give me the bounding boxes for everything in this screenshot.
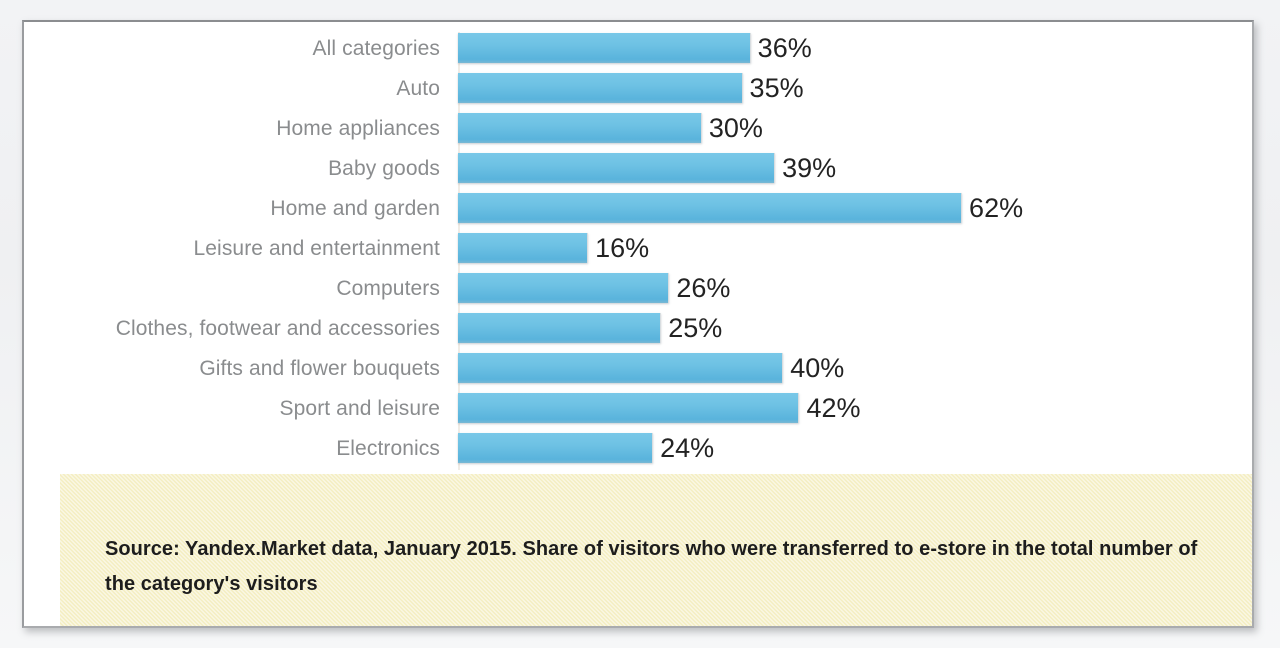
bar [458, 353, 784, 383]
slide-stage: All categories 36% Auto 35% Home appliances 3… [0, 0, 1280, 648]
bar-zone: 26% [458, 268, 1252, 308]
bar-zone: 16% [458, 228, 1252, 268]
bar-value-label: 25% [668, 312, 723, 343]
bar-value-label: 24% [660, 432, 715, 463]
bar [458, 193, 963, 223]
bar-row: Sport and leisure 42% [24, 388, 1252, 428]
bar-row: Clothes, footwear and accessories 25% [24, 308, 1252, 348]
bar-row: Gifts and flower bouquets 40% [24, 348, 1252, 388]
category-label: Sport and leisure [279, 396, 440, 420]
bar [458, 393, 800, 423]
bar-value-label: 42% [806, 392, 861, 423]
category-label: Clothes, footwear and accessories [115, 316, 440, 340]
bar-value-label: 35% [749, 72, 804, 103]
bar-value-label: 36% [757, 32, 812, 63]
bar-zone: 25% [458, 308, 1252, 348]
bar [458, 33, 751, 63]
bar [458, 113, 702, 143]
bar [458, 73, 743, 103]
category-label: Computers [336, 276, 440, 300]
category-label: Electronics [336, 436, 440, 460]
bar-zone: 35% [458, 68, 1252, 108]
bar-row: All categories 36% [24, 28, 1252, 68]
bar-value-label: 40% [790, 352, 845, 383]
bar-row: Computers 26% [24, 268, 1252, 308]
bar-row: Home and garden 62% [24, 188, 1252, 228]
bar-value-label: 16% [595, 232, 650, 263]
bar-zone: 40% [458, 348, 1252, 388]
bar-chart: All categories 36% Auto 35% Home appliances 3… [24, 28, 1252, 474]
bar [458, 273, 670, 303]
bar-row: Home appliances 30% [24, 108, 1252, 148]
category-label: Baby goods [328, 156, 440, 180]
bar-row: Baby goods 39% [24, 148, 1252, 188]
category-label: Home appliances [276, 116, 440, 140]
category-label: All categories [312, 36, 440, 60]
bar-row: Leisure and entertainment 16% [24, 228, 1252, 268]
category-label: Gifts and flower bouquets [199, 356, 440, 380]
bar-zone: 62% [458, 188, 1252, 228]
bar-value-label: 62% [969, 192, 1024, 223]
bar-value-label: 39% [782, 152, 837, 183]
bar-rows: All categories 36% Auto 35% Home appliances 3… [24, 28, 1252, 468]
source-note-band: Source: Yandex.Market data, January 2015… [60, 474, 1252, 626]
category-label: Leisure and entertainment [193, 236, 440, 260]
bar-row: Electronics 24% [24, 428, 1252, 468]
bar [458, 233, 589, 263]
bar-row: Auto 35% [24, 68, 1252, 108]
bar-zone: 42% [458, 388, 1252, 428]
bar-value-label: 30% [708, 112, 763, 143]
bar-zone: 24% [458, 428, 1252, 468]
bar [458, 153, 776, 183]
source-note-text: Source: Yandex.Market data, January 2015… [105, 538, 1198, 595]
bar [458, 433, 654, 463]
category-label: Home and garden [270, 196, 440, 220]
slide-panel: All categories 36% Auto 35% Home appliances 3… [22, 20, 1254, 628]
category-label: Auto [396, 76, 440, 100]
bar [458, 313, 662, 343]
bar-zone: 30% [458, 108, 1252, 148]
bar-value-label: 26% [676, 272, 731, 303]
bar-zone: 39% [458, 148, 1252, 188]
bar-zone: 36% [458, 28, 1252, 68]
